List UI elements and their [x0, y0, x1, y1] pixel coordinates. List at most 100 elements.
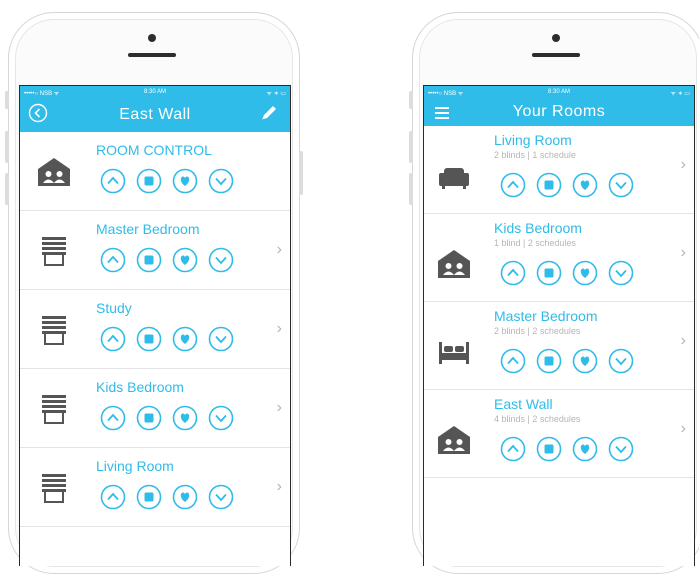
power-button [299, 151, 303, 195]
room-name: East Wall [494, 396, 553, 412]
up-button[interactable] [500, 172, 526, 198]
house-people-icon [36, 156, 72, 188]
status-bar: •••••○ NSB ᯤ 8:30 AM ᯤ ∗ ▭ [20, 86, 290, 100]
chevron-right-icon[interactable]: › [681, 420, 686, 438]
sofa-icon [436, 160, 472, 192]
room-name: Master Bedroom [96, 221, 200, 237]
front-camera [552, 34, 560, 42]
house-people-icon [436, 424, 472, 456]
blind-controls [100, 168, 244, 194]
up-button[interactable] [500, 348, 526, 374]
stop-button[interactable] [136, 405, 162, 431]
blind-icon [36, 314, 72, 346]
up-button[interactable] [500, 260, 526, 286]
stop-button[interactable] [136, 247, 162, 273]
chevron-right-icon[interactable]: › [277, 478, 282, 496]
up-button[interactable] [100, 405, 126, 431]
down-button[interactable] [608, 260, 634, 286]
volume-down-button [409, 173, 413, 205]
blind-controls [500, 436, 644, 462]
room-name: Study [96, 300, 132, 316]
blind-controls [500, 260, 644, 286]
phone-frame-right: •••••○ NSB ᯤ 8:30 AM ᯤ ∗ ▭ Your Rooms Li… [409, 12, 699, 574]
down-button[interactable] [208, 484, 234, 510]
stop-button[interactable] [536, 436, 562, 462]
left-screen: •••••○ NSB ᯤ 8:30 AM ᯤ ∗ ▭ East Wall ROO… [19, 85, 291, 566]
room-name: Kids Bedroom [494, 220, 582, 236]
blind-controls [500, 172, 644, 198]
bed-icon [436, 336, 472, 368]
room-row[interactable]: Master Bedroom › [20, 211, 290, 290]
stop-button[interactable] [536, 172, 562, 198]
room-name: ROOM CONTROL [96, 142, 212, 158]
down-button[interactable] [208, 247, 234, 273]
page-title: Your Rooms [512, 103, 606, 120]
right-screen: •••••○ NSB ᯤ 8:30 AM ᯤ ∗ ▭ Your Rooms Li… [423, 85, 695, 566]
chevron-right-icon[interactable]: › [277, 320, 282, 338]
chevron-right-icon[interactable]: › [681, 332, 686, 350]
blind-controls [500, 348, 644, 374]
room-summary: 4 blinds | 2 schedules [494, 414, 581, 424]
battery-indicator: ᯤ ∗ ▭ [266, 91, 286, 97]
room-row[interactable]: Master Bedroom 2 blinds | 2 schedules › [424, 302, 694, 390]
mute-switch [409, 91, 413, 109]
mute-switch [5, 91, 9, 109]
room-summary: 2 blinds | 2 schedules [494, 326, 581, 336]
down-button[interactable] [208, 168, 234, 194]
down-button[interactable] [608, 348, 634, 374]
favourite-button[interactable] [572, 260, 598, 286]
room-row[interactable]: Kids Bedroom 1 blind | 2 schedules › [424, 214, 694, 302]
stop-button[interactable] [536, 348, 562, 374]
favourite-button[interactable] [572, 436, 598, 462]
room-name: Kids Bedroom [96, 379, 184, 395]
chevron-right-icon[interactable]: › [681, 244, 686, 262]
blind-controls [100, 326, 244, 352]
favourite-button[interactable] [572, 348, 598, 374]
up-button[interactable] [100, 247, 126, 273]
pencil-icon[interactable] [258, 102, 280, 124]
status-bar: •••••○ NSB ᯤ 8:30 AM ᯤ ∗ ▭ [424, 86, 694, 100]
down-button[interactable] [208, 326, 234, 352]
blind-controls [100, 247, 244, 273]
stop-button[interactable] [536, 260, 562, 286]
volume-up-button [409, 131, 413, 163]
chevron-right-icon[interactable]: › [681, 156, 686, 174]
stop-button[interactable] [136, 326, 162, 352]
down-button[interactable] [608, 172, 634, 198]
favourite-button[interactable] [172, 168, 198, 194]
favourite-button[interactable] [172, 405, 198, 431]
blind-icon [36, 393, 72, 425]
chevron-right-icon[interactable]: › [277, 241, 282, 259]
room-row[interactable]: Living Room › [20, 448, 290, 527]
up-button[interactable] [100, 484, 126, 510]
blind-controls [100, 484, 244, 510]
blind-controls [100, 405, 244, 431]
favourite-button[interactable] [572, 172, 598, 198]
up-button[interactable] [500, 436, 526, 462]
up-button[interactable] [100, 326, 126, 352]
up-button[interactable] [100, 168, 126, 194]
room-summary: 1 blind | 2 schedules [494, 238, 576, 248]
room-row[interactable]: ROOM CONTROL [20, 132, 290, 211]
favourite-button[interactable] [172, 247, 198, 273]
favourite-button[interactable] [172, 484, 198, 510]
room-row[interactable]: Living Room 2 blinds | 1 schedule › [424, 126, 694, 214]
room-name: Living Room [96, 458, 174, 474]
volume-down-button [5, 173, 9, 205]
nav-bar: Your Rooms [424, 100, 694, 126]
chevron-right-icon[interactable]: › [277, 399, 282, 417]
volume-up-button [5, 131, 9, 163]
room-row[interactable]: Study › [20, 290, 290, 369]
room-row[interactable]: East Wall 4 blinds | 2 schedules › [424, 390, 694, 478]
stop-button[interactable] [136, 484, 162, 510]
room-row[interactable]: Kids Bedroom › [20, 369, 290, 448]
favourite-button[interactable] [172, 326, 198, 352]
front-camera [148, 34, 156, 42]
room-name: Master Bedroom [494, 308, 598, 324]
phone-frame-left: •••••○ NSB ᯤ 8:30 AM ᯤ ∗ ▭ East Wall ROO… [5, 12, 303, 574]
down-button[interactable] [208, 405, 234, 431]
blind-icon [36, 472, 72, 504]
down-button[interactable] [608, 436, 634, 462]
earpiece-speaker [128, 53, 176, 57]
stop-button[interactable] [136, 168, 162, 194]
